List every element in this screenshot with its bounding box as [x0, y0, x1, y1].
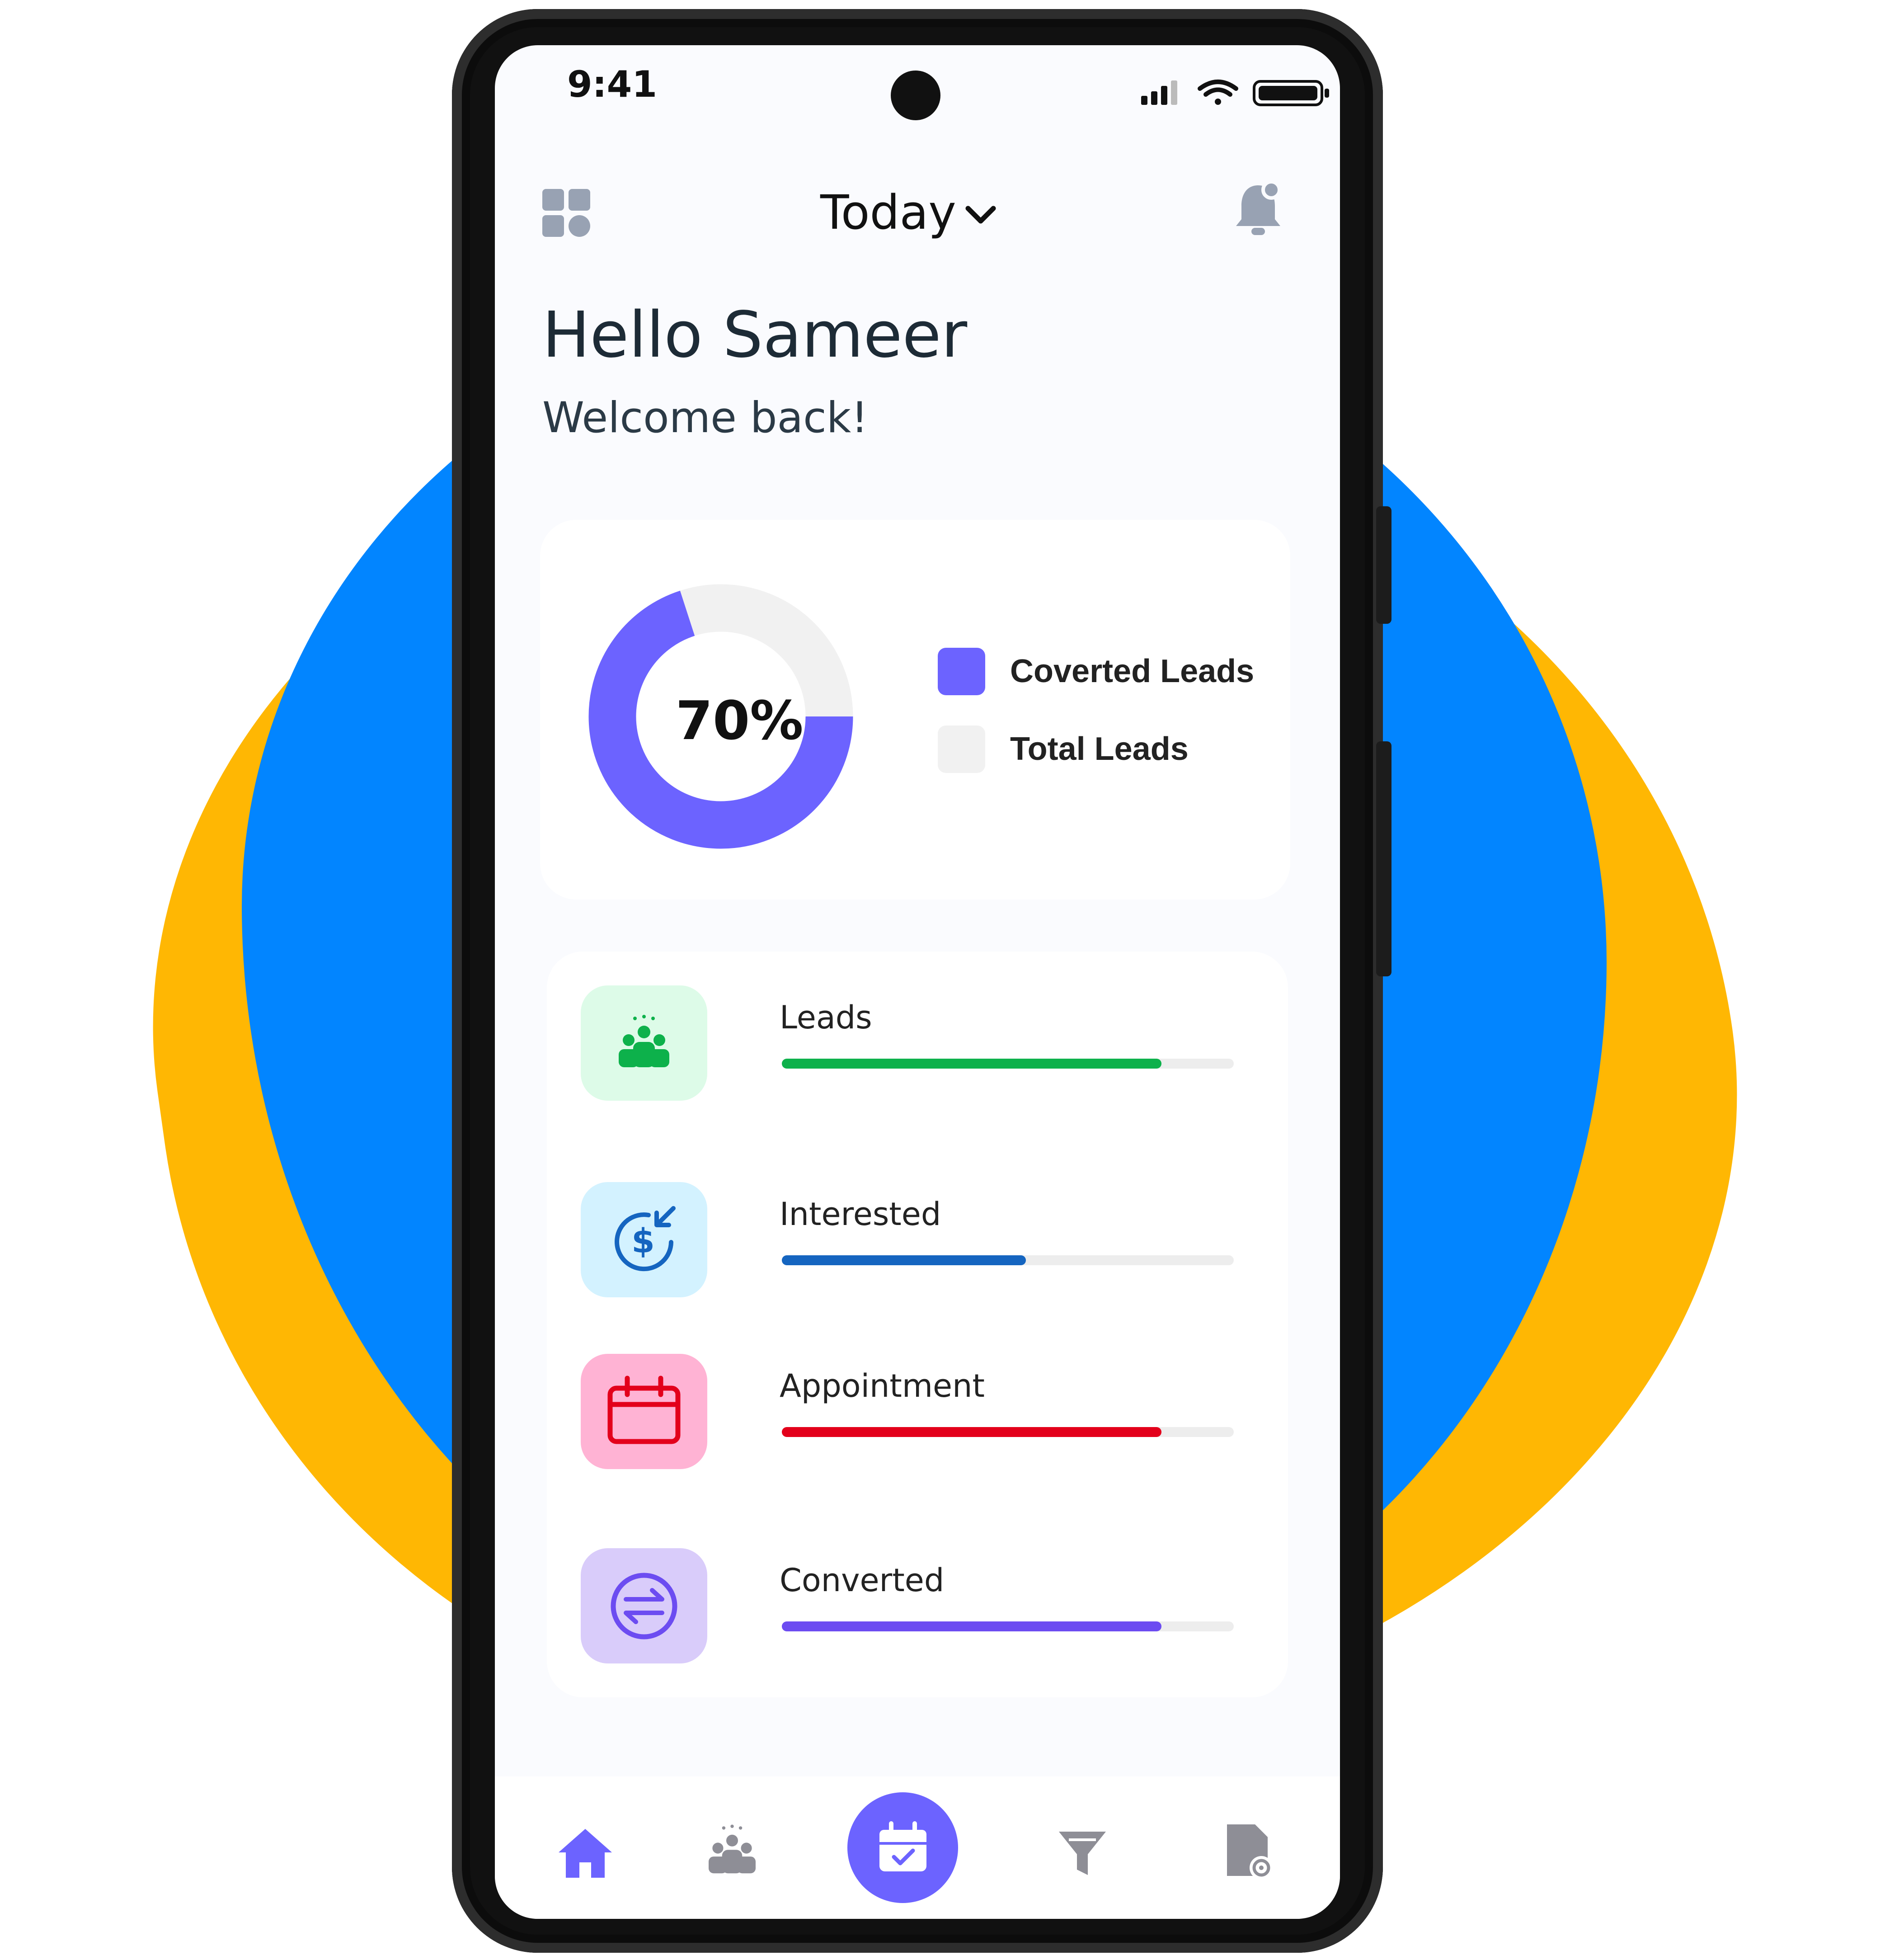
bell-icon[interactable]	[1233, 181, 1283, 240]
progress-track	[782, 1255, 1234, 1265]
legend: Coverted Leads Total Leads	[938, 646, 1254, 774]
bottom-nav	[495, 1776, 1340, 1919]
calendar-check-icon[interactable]	[847, 1792, 958, 1903]
stat-row-converted[interactable]: Converted	[581, 1548, 1286, 1666]
greeting-subtitle: Welcome back!	[542, 393, 868, 443]
filter-icon[interactable]	[1055, 1826, 1109, 1880]
legend-label: Coverted Leads	[1010, 653, 1255, 689]
legend-label: Total Leads	[1010, 731, 1189, 767]
people-icon[interactable]	[703, 1822, 762, 1880]
legend-swatch	[938, 725, 985, 773]
greeting-title: Hello Sameer	[542, 298, 968, 372]
signal-icon	[1141, 80, 1177, 105]
phone-volume-button	[1376, 741, 1391, 976]
svg-text:$: $	[631, 1222, 655, 1261]
legend-swatch	[938, 647, 985, 695]
wifi-icon	[1198, 80, 1238, 105]
period-label: Today	[820, 185, 956, 240]
stat-label: Interested	[780, 1196, 941, 1233]
phone-screen: 9:41 Today Hello Sameer Welcome back! 70…	[495, 45, 1340, 1919]
progress-fill	[782, 1427, 1161, 1437]
summary-card: 70% Coverted Leads Total Leads	[540, 520, 1290, 900]
home-icon[interactable]	[556, 1826, 615, 1880]
progress-fill	[782, 1255, 1026, 1265]
progress-track	[782, 1427, 1234, 1437]
grid-icon[interactable]	[542, 189, 592, 239]
progress-fill	[782, 1621, 1161, 1631]
status-time: 9:41	[567, 63, 657, 105]
chevron-down-icon	[965, 206, 996, 224]
stat-row-interested[interactable]: $ Interested	[581, 1182, 1286, 1300]
exchange-icon	[581, 1548, 707, 1663]
dollar-return-icon: $	[581, 1182, 707, 1297]
legend-item-total: Total Leads	[938, 724, 1254, 774]
progress-track	[782, 1621, 1234, 1631]
battery-icon	[1253, 80, 1329, 106]
progress-track	[782, 1059, 1234, 1069]
calendar-icon	[581, 1354, 707, 1469]
stat-label: Appointment	[780, 1367, 985, 1404]
status-icons	[1141, 80, 1329, 106]
stat-label: Converted	[780, 1562, 945, 1599]
phone-side-button	[1376, 506, 1391, 624]
camera-hole	[891, 71, 940, 120]
legend-item-converted: Coverted Leads	[938, 646, 1254, 696]
stat-label: Leads	[780, 999, 872, 1036]
donut-percent-label: 70%	[676, 689, 804, 752]
stat-row-appointment[interactable]: Appointment	[581, 1354, 1286, 1471]
progress-fill	[782, 1059, 1161, 1069]
people-group-icon	[581, 985, 707, 1101]
document-settings-icon[interactable]	[1222, 1822, 1277, 1880]
period-selector[interactable]: Today	[820, 176, 999, 249]
stat-row-leads[interactable]: Leads	[581, 985, 1286, 1103]
